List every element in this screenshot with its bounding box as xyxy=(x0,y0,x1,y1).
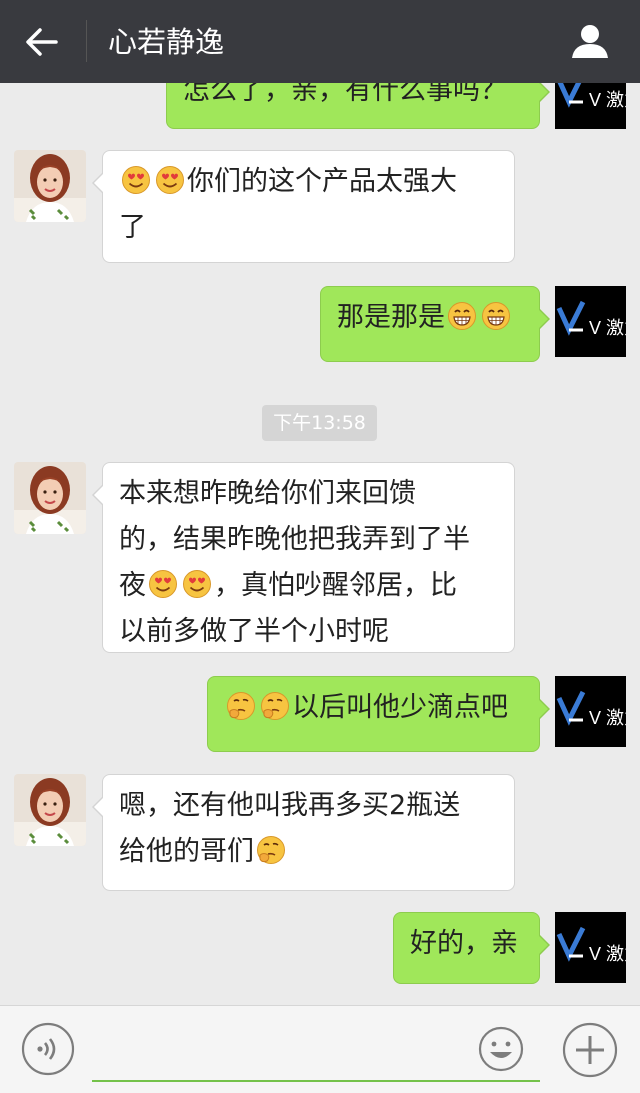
message-text-line1: 本来想昨晚给你们来回馈 xyxy=(119,478,416,509)
message-text: 怎么了，亲，有什么事吗？ xyxy=(183,83,507,106)
heart-eyes-emoji xyxy=(155,165,185,195)
grin-emoji xyxy=(481,301,511,331)
heart-eyes-emoji xyxy=(121,165,151,195)
plus-icon xyxy=(562,1022,618,1078)
message-text: 你们的这个产品太强大 xyxy=(187,166,457,197)
message-text: 好的，亲 xyxy=(410,928,518,959)
thinking-emoji xyxy=(260,691,290,721)
input-bar xyxy=(0,1005,640,1093)
message-text-line3: 夜 xyxy=(119,570,146,601)
message-text-line4: 以前多做了半个小时呢 xyxy=(119,616,389,647)
my-avatar[interactable]: V 激力 xyxy=(555,286,626,357)
header-divider xyxy=(86,20,87,62)
message-bubble-outgoing[interactable]: 那是那是 xyxy=(320,286,550,362)
message-list[interactable]: 怎么了，亲，有什么事吗？ V 激力 你们的这个产品太强大 了 那是那是 V 激力… xyxy=(0,83,640,1005)
smile-icon xyxy=(478,1026,524,1072)
profile-button[interactable] xyxy=(566,18,614,66)
my-avatar[interactable]: V 激力 xyxy=(555,676,626,747)
timestamp-badge: 下午13:58 xyxy=(262,405,377,441)
emoji-button[interactable] xyxy=(478,1026,524,1072)
message-text-line2: 给他的哥们 xyxy=(119,836,254,867)
message-bubble-incoming[interactable]: 本来想昨晚给你们来回馈 的，结果昨晚他把我弄到了半 夜 ，真怕吵醒邻居，比 以前多… xyxy=(92,462,515,653)
message-bubble-outgoing[interactable]: 好的，亲 xyxy=(393,912,550,984)
message-text-line3-rest: ，真怕吵醒邻居，比 xyxy=(214,570,457,601)
message-bubble-incoming[interactable]: 你们的这个产品太强大 了 xyxy=(92,150,515,263)
back-arrow-icon xyxy=(26,28,58,56)
contact-avatar[interactable] xyxy=(14,462,86,534)
message-text-line1: 嗯，还有他叫我再多买2瓶送 xyxy=(119,790,461,821)
heart-eyes-emoji xyxy=(148,569,178,599)
contact-avatar[interactable] xyxy=(14,774,86,846)
message-text-line2: 了 xyxy=(119,212,146,243)
back-button[interactable] xyxy=(20,20,64,64)
message-bubble-outgoing[interactable]: 以后叫他少滴点吧 xyxy=(207,676,550,752)
voice-icon xyxy=(21,1022,75,1076)
grin-emoji xyxy=(447,301,477,331)
message-bubble-outgoing[interactable]: 怎么了，亲，有什么事吗？ xyxy=(166,83,550,129)
chat-title: 心若静逸 xyxy=(108,25,225,59)
message-text: 那是那是 xyxy=(337,302,445,333)
avatar-logo-text: V 激力 xyxy=(589,708,626,728)
voice-button[interactable] xyxy=(21,1022,75,1076)
add-button[interactable] xyxy=(562,1022,618,1078)
my-avatar[interactable]: V 激力 xyxy=(555,83,626,129)
thinking-emoji xyxy=(256,835,286,865)
avatar-logo-text: V 激力 xyxy=(589,318,626,338)
my-avatar[interactable]: V 激力 xyxy=(555,912,626,983)
thinking-emoji xyxy=(226,691,256,721)
avatar-logo-text: V 激力 xyxy=(589,90,626,110)
message-input[interactable] xyxy=(92,1020,540,1082)
message-text: 以后叫他少滴点吧 xyxy=(292,692,508,723)
avatar-logo-text: V 激力 xyxy=(589,944,626,964)
chat-header: 心若静逸 xyxy=(0,0,640,83)
message-text-line2: 的，结果昨晚他把我弄到了半 xyxy=(119,524,470,555)
contact-avatar[interactable] xyxy=(14,150,86,222)
profile-icon xyxy=(572,25,608,58)
message-bubble-incoming[interactable]: 嗯，还有他叫我再多买2瓶送 给他的哥们 xyxy=(92,774,515,891)
heart-eyes-emoji xyxy=(182,569,212,599)
